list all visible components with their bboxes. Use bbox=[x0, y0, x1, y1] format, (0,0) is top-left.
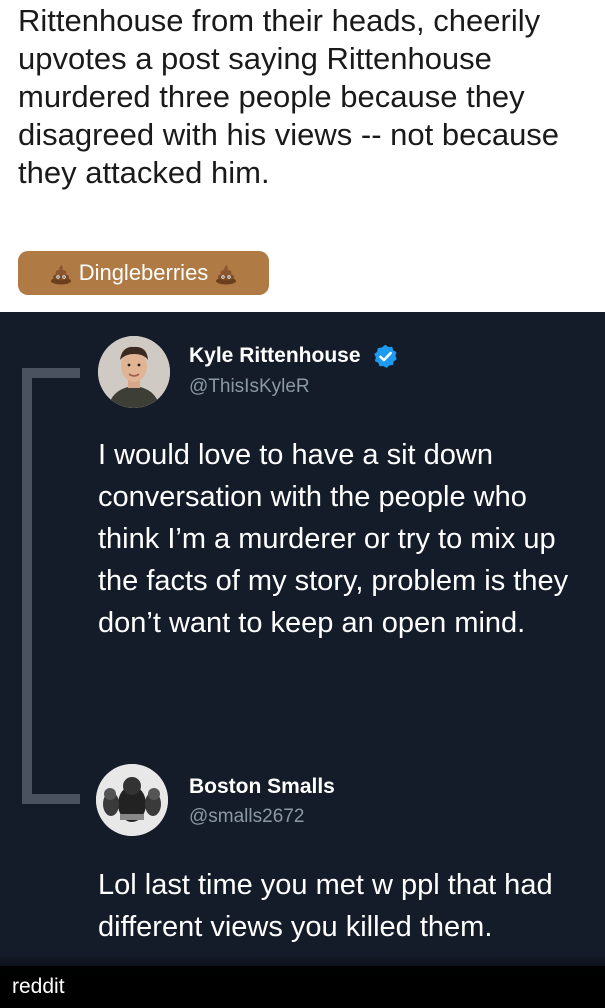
author-handle[interactable]: @ThisIsKyleR bbox=[189, 376, 310, 398]
person-avatar-icon bbox=[98, 336, 170, 408]
group-avatar-icon bbox=[96, 764, 168, 836]
poop-emoji-icon bbox=[216, 265, 237, 285]
post-flair[interactable]: Dingleberries bbox=[18, 251, 269, 295]
watermark-bar bbox=[0, 966, 605, 1008]
tweet-screenshot[interactable]: Kyle Rittenhouse @ThisIsKyleR I would lo… bbox=[0, 312, 605, 1008]
poop-emoji-icon bbox=[50, 265, 71, 285]
author-name[interactable]: Kyle Rittenhouse bbox=[189, 344, 361, 368]
thread-connector bbox=[22, 368, 80, 804]
reply-tweet-text: Lol last time you met w ppl that had dif… bbox=[98, 869, 553, 943]
avatar[interactable] bbox=[96, 764, 168, 836]
reddit-watermark: reddit bbox=[12, 975, 65, 998]
flair-label: Dingleberries bbox=[78, 260, 209, 285]
verified-badge-icon bbox=[374, 344, 397, 368]
tweet-text: I would love to have a sit down conversa… bbox=[98, 439, 569, 639]
avatar[interactable] bbox=[98, 336, 170, 408]
reply-author-name[interactable]: Boston Smalls bbox=[189, 775, 335, 799]
post-title: Rittenhouse from their heads, cheerily u… bbox=[18, 3, 560, 190]
reply-author-handle[interactable]: @smalls2672 bbox=[189, 806, 304, 828]
